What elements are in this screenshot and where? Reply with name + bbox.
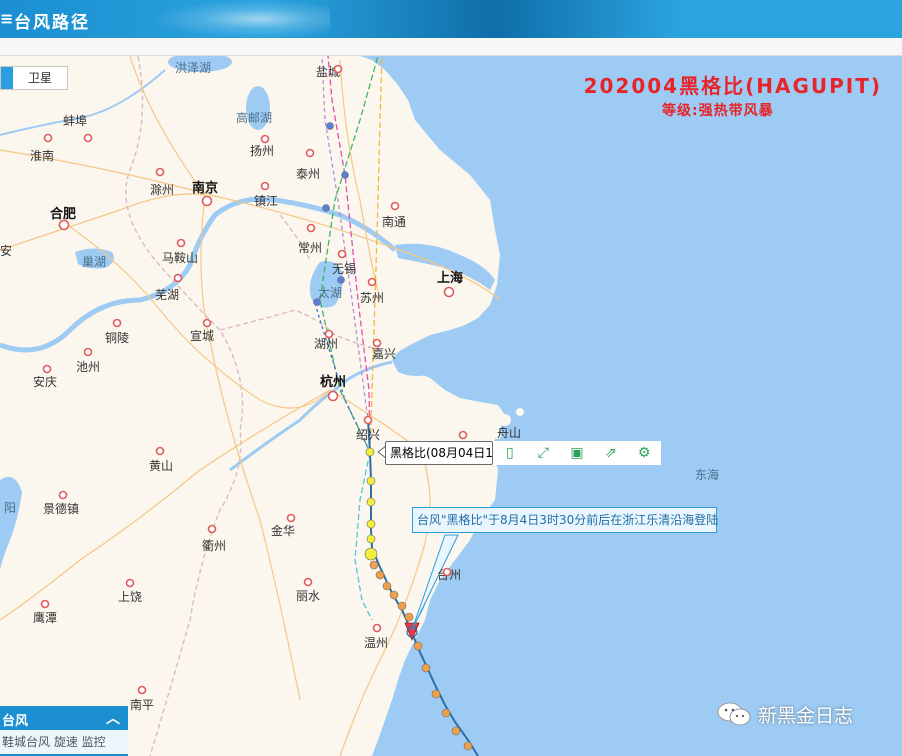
city-huainan: 淮南	[30, 149, 55, 163]
city-wuxi: 无锡	[332, 262, 357, 276]
city-changzhou: 常州	[298, 241, 323, 255]
city-huzhou: 湖州	[314, 337, 339, 351]
city-chuzhou: 滁州	[150, 183, 175, 197]
track-toolbar: ▯ ⤢ ▣ ⇗ ⚙	[493, 441, 661, 465]
watermark: 新黑金日志	[716, 700, 853, 728]
city-jiaxing: 嘉兴	[372, 347, 397, 361]
city-nanping: 南平	[130, 698, 155, 712]
city-jingdezhen: 景德镇	[43, 502, 80, 516]
city-hefei: 合肥	[50, 207, 77, 222]
city-bengbu: 蚌埠	[63, 114, 88, 128]
storm-title: 202004黑格比(HAGUPIT)	[583, 74, 882, 98]
city-hongze: 洪泽湖	[175, 61, 212, 75]
city-zhoushan: 舟山	[497, 426, 522, 440]
toolbar-gap	[0, 38, 902, 56]
landfall-notice: 台风"黑格比"于8月4日3时30分前后在浙江乐清沿海登陆	[412, 507, 718, 533]
city-xuancheng: 宣城	[190, 329, 215, 343]
city-yingtan: 鹰潭	[33, 611, 58, 625]
city-anqing: 安庆	[33, 375, 58, 389]
sea-donghai: 东海	[695, 468, 720, 482]
city-yancheng: 盐城	[316, 65, 341, 79]
city-nanjing: 南京	[192, 181, 219, 196]
city-huangshan: 黄山	[149, 459, 174, 473]
city-tongling: 铜陵	[105, 331, 130, 345]
share-icon[interactable]: ⇗	[600, 442, 622, 464]
city-gaoyou: 高邮湖	[236, 111, 273, 125]
settings-icon[interactable]: ⚙	[633, 442, 655, 464]
map-type-satellite-tab[interactable]: 卫星	[13, 67, 67, 89]
city-jinhua: 金华	[271, 524, 296, 538]
fullscreen-icon[interactable]: ⤢	[532, 442, 554, 464]
city-shanghai: 上海	[437, 271, 464, 286]
city-chaohu: 巢湖	[82, 255, 107, 269]
city-lishui: 丽水	[296, 589, 321, 603]
chevron-up-icon[interactable]: ︿	[106, 708, 120, 728]
island	[516, 408, 524, 416]
city-shangrao: 上饶	[118, 590, 143, 604]
menu-icon[interactable]: ≡	[0, 9, 13, 28]
storm-grade: 等级:强热带风暴	[662, 100, 774, 120]
track-point-label[interactable]: 黑格比(08月04日15	[385, 441, 493, 465]
city-wuhu: 芜湖	[155, 288, 180, 302]
header-typhoon-graphic	[150, 0, 330, 38]
city-suzhou: 苏州	[360, 291, 385, 305]
copy-icon[interactable]: ▯	[499, 442, 521, 464]
typhoon-panel: 台风 ︿ 鞋城台风 旋速 监控	[0, 706, 128, 756]
map-view[interactable]: 洪泽湖 盐城 蚌埠 高邮湖 淮南 扬州 泰州 滁州 南京 镇江 合肥 南通 常州…	[0, 56, 902, 756]
city-quzhou: 衢州	[202, 539, 227, 553]
city-taihu: 太湖	[318, 286, 343, 300]
city-nantong: 南通	[382, 215, 407, 229]
city-an: 安	[0, 244, 13, 258]
typhoon-panel-row[interactable]: 鞋城台风 旋速 监控	[0, 730, 128, 754]
city-maanshan: 马鞍山	[162, 251, 199, 265]
map-canvas[interactable]	[0, 56, 902, 756]
wechat-icon	[717, 702, 751, 726]
city-taizhou-zj: 台州	[437, 568, 462, 582]
city-yangzhou: 扬州	[250, 144, 275, 158]
city-taizhou-js: 泰州	[296, 167, 321, 181]
map-type-normal-tab[interactable]	[1, 67, 13, 89]
city-hangzhou: 杭州	[320, 375, 347, 390]
city-zhenjiang: 镇江	[254, 194, 279, 208]
city-chizhou: 池州	[76, 360, 101, 374]
city-wenzhou: 温州	[364, 636, 389, 650]
watermark-text: 新黑金日志	[758, 704, 854, 727]
city-shaoxing: 绍兴	[356, 428, 381, 442]
save-icon[interactable]: ▣	[566, 442, 588, 464]
app-title: 台风路径	[14, 13, 90, 33]
app-header: ≡ 台风路径	[0, 0, 902, 38]
lake-poyang: 阳	[4, 501, 17, 515]
map-type-switch[interactable]: 卫星	[0, 66, 68, 90]
storm-grade-label: 等级:	[662, 103, 699, 119]
typhoon-panel-title: 台风	[2, 714, 29, 729]
storm-grade-value: 强热带风暴	[698, 103, 774, 119]
